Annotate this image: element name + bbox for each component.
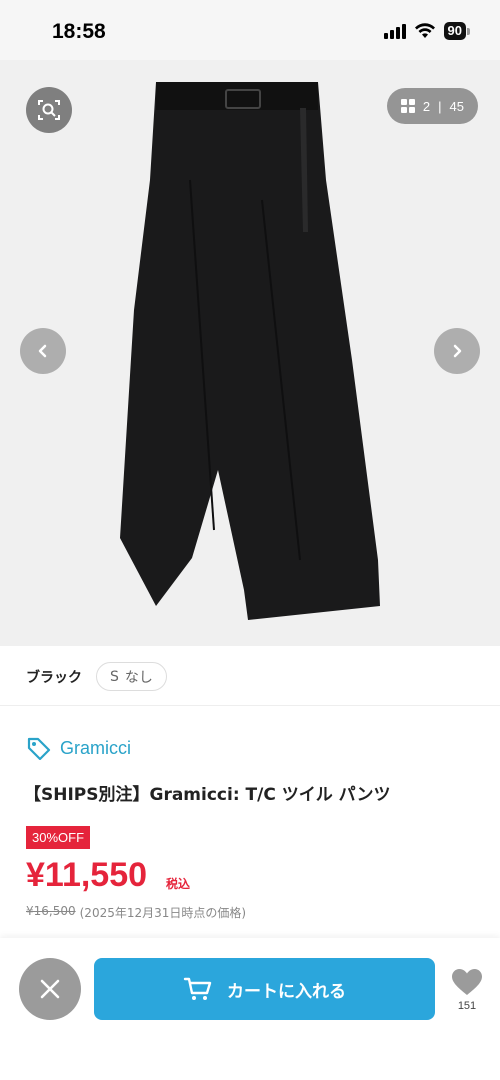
image-counter[interactable]: 2 | 45: [386, 88, 478, 124]
zoom-button[interactable]: [26, 87, 72, 133]
discount-badge: 30%OFF: [26, 826, 91, 849]
product-photo: [120, 82, 380, 620]
sale-price: ¥11,550: [26, 856, 148, 894]
bottom-action-bar: カートに入れる 151: [0, 938, 500, 1080]
status-icons: 90: [383, 22, 470, 40]
size-chip[interactable]: S なし: [96, 662, 167, 691]
original-price: ¥16,500: [26, 904, 76, 918]
battery-icon: 90: [443, 22, 470, 40]
cart-button-label: カートに入れる: [227, 981, 346, 1002]
next-image-button[interactable]: [434, 328, 480, 374]
status-time: 18:58: [52, 20, 106, 43]
color-label: ブラック: [26, 670, 82, 686]
counter-separator: |: [438, 98, 442, 114]
status-bar: 18:58 90: [0, 0, 500, 60]
prev-image-button[interactable]: [20, 328, 66, 374]
zoom-search-icon: [38, 100, 60, 120]
tag-icon: [27, 737, 51, 760]
counter-current: 2: [422, 98, 431, 114]
counter-total: 45: [449, 98, 464, 114]
wifi-icon: [414, 23, 435, 38]
signal-icon: [383, 23, 406, 39]
chevron-left-icon: [38, 344, 47, 358]
close-button[interactable]: [19, 958, 81, 1020]
like-count: 151: [457, 1000, 477, 1012]
cart-icon: [183, 977, 212, 1000]
chevron-right-icon: [453, 344, 462, 358]
original-price-note: (2025年12月31日時点の価格): [79, 906, 247, 920]
size-status: なし: [124, 669, 153, 686]
close-icon: [40, 979, 60, 999]
battery-level: 90: [443, 22, 466, 40]
product-image[interactable]: 2 | 45: [0, 60, 500, 646]
brand-name: Gramicci: [60, 737, 131, 758]
size-letter: S: [110, 668, 119, 685]
like-button[interactable]: 151: [448, 968, 486, 1012]
original-price-row: ¥16,500 (2025年12月31日時点の価格): [26, 904, 246, 921]
product-title: 【SHIPS別注】Gramicci: T/C ツイル パンツ: [24, 785, 391, 805]
heart-icon: [452, 969, 482, 995]
tax-label: 税込: [166, 877, 191, 891]
brand-link[interactable]: Gramicci: [26, 736, 131, 760]
variant-row: ブラック S なし: [0, 646, 500, 706]
add-to-cart-button[interactable]: カートに入れる: [94, 958, 435, 1020]
grid-icon: [400, 99, 415, 113]
